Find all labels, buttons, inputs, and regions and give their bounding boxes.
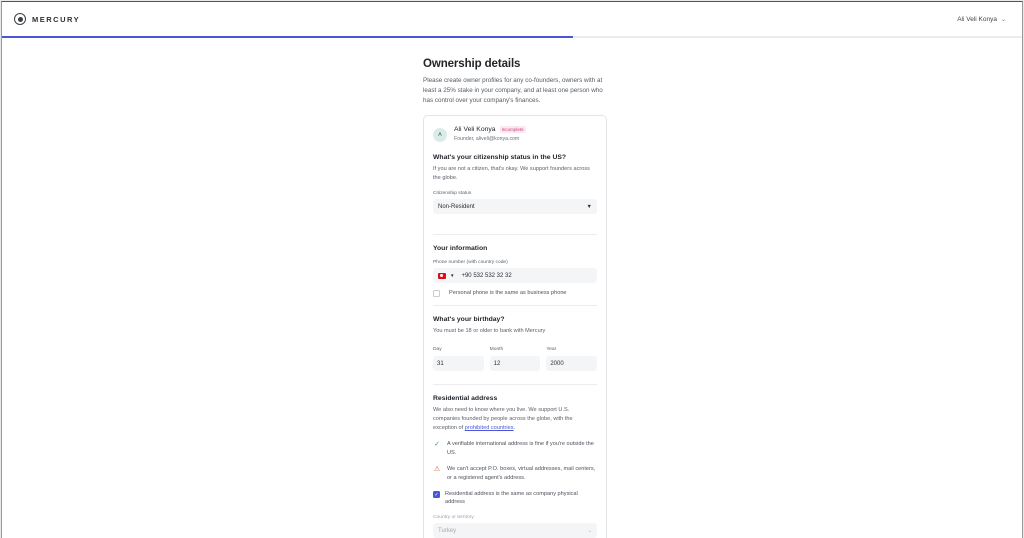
same-address-row[interactable]: ✓ Residential address is the same as com… bbox=[433, 490, 597, 506]
citizenship-description: If you are not a citizen, that's okay. W… bbox=[433, 166, 590, 181]
progress-bar bbox=[2, 36, 1022, 38]
birthday-section: What's your birthday? You must be 18 or … bbox=[433, 316, 598, 371]
owner-header: A Ali Veli Konya Incomplete Founder, ali… bbox=[433, 126, 597, 142]
divider bbox=[433, 384, 597, 385]
note-warn-text: We can't accept P.O. boxes, virtual addr… bbox=[447, 466, 596, 481]
checkmark-icon: ✓ bbox=[434, 441, 440, 448]
birthday-fields: Day 31 Month 12 Year 2000 bbox=[433, 347, 598, 371]
warning-icon: ⚠ bbox=[433, 466, 441, 473]
app-window: MERCURY Ali Veli Konya ⌄ Ownership detai… bbox=[1, 1, 1023, 538]
residential-address-section: Residential address We also need to know… bbox=[433, 395, 597, 538]
owner-card: A Ali Veli Konya Incomplete Founder, ali… bbox=[423, 115, 607, 538]
progress-fill bbox=[2, 36, 574, 38]
your-information-section: Your information Phone number (with coun… bbox=[433, 245, 597, 297]
caret-down-icon: ▼ bbox=[586, 203, 592, 210]
phone-label: Phone number (with country code) bbox=[433, 260, 508, 265]
user-menu[interactable]: Ali Veli Konya ⌄ bbox=[957, 16, 1006, 23]
address-description-suffix: . bbox=[513, 425, 516, 431]
day-input[interactable]: 31 bbox=[433, 356, 484, 371]
same-address-checkbox[interactable]: ✓ bbox=[433, 490, 440, 498]
caret-down-icon[interactable]: ▼ bbox=[450, 273, 454, 278]
your-information-title: Your information bbox=[433, 245, 488, 252]
user-name: Ali Veli Konya bbox=[957, 15, 997, 23]
month-label: Month bbox=[489, 347, 504, 352]
country-select[interactable]: Turkey ⌄ bbox=[433, 523, 597, 538]
day-label: Day bbox=[433, 347, 442, 352]
brand[interactable]: MERCURY bbox=[14, 13, 80, 25]
prohibited-countries-link[interactable]: prohibited countries bbox=[465, 425, 514, 431]
citizenship-section: What's your citizenship status in the US… bbox=[433, 154, 597, 214]
birthday-title: What's your birthday? bbox=[433, 316, 505, 323]
citizenship-status-select[interactable]: Non-Resident ▼ bbox=[433, 199, 597, 214]
avatar: A bbox=[433, 128, 447, 142]
chevron-down-icon: ⌄ bbox=[587, 527, 592, 534]
owner-name: Ali Veli Konya bbox=[454, 126, 496, 133]
note-ok: ✓ A verifiable international address is … bbox=[433, 440, 597, 458]
month-column: Month 12 bbox=[489, 347, 541, 371]
country-value: Turkey bbox=[438, 527, 457, 534]
phone-input[interactable]: ▼ +90 532 532 32 32 bbox=[433, 268, 597, 283]
status-badge: Incomplete bbox=[499, 126, 526, 133]
page-title: Ownership details bbox=[423, 58, 521, 70]
citizenship-status-value: Non-Resident bbox=[438, 203, 475, 210]
top-bar: MERCURY Ali Veli Konya ⌄ bbox=[2, 2, 1022, 36]
same-phone-row[interactable]: Personal phone is the same as business p… bbox=[433, 289, 597, 297]
divider bbox=[433, 234, 597, 235]
citizenship-status-label: Citizenship status bbox=[433, 191, 472, 196]
owner-subtitle: Founder, aliveli@konya.com bbox=[454, 136, 520, 142]
page-description: Please create owner profiles for any co-… bbox=[423, 77, 603, 104]
phone-value: +90 532 532 32 32 bbox=[461, 272, 512, 279]
same-address-label: Residential address is the same as compa… bbox=[445, 491, 578, 505]
chevron-down-icon: ⌄ bbox=[1000, 16, 1006, 23]
month-input[interactable]: 12 bbox=[489, 356, 541, 371]
note-ok-text: A verifiable international address is fi… bbox=[447, 441, 594, 456]
same-phone-label: Personal phone is the same as business p… bbox=[449, 290, 567, 296]
same-phone-checkbox[interactable] bbox=[433, 289, 440, 297]
birthday-description: You must be 18 or older to bank with Mer… bbox=[433, 328, 546, 334]
mercury-logo-icon bbox=[14, 13, 26, 25]
year-label: Year bbox=[546, 347, 557, 352]
year-column: Year 2000 bbox=[546, 347, 598, 371]
country-label: Country or territory bbox=[433, 515, 474, 520]
owner-name-row: Ali Veli Konya Incomplete bbox=[454, 126, 526, 133]
citizenship-title: What's your citizenship status in the US… bbox=[433, 154, 567, 161]
main-content: Ownership details Please create owner pr… bbox=[423, 58, 607, 538]
year-input[interactable]: 2000 bbox=[546, 356, 598, 371]
brand-name: MERCURY bbox=[32, 14, 81, 24]
residential-address-title: Residential address bbox=[433, 395, 498, 402]
turkey-flag-icon[interactable] bbox=[438, 272, 446, 279]
divider bbox=[433, 305, 597, 306]
note-warn: ⚠ We can't accept P.O. boxes, virtual ad… bbox=[433, 465, 597, 483]
residential-address-description: We also need to know where you live. We … bbox=[433, 406, 597, 433]
day-column: Day 31 bbox=[433, 347, 484, 371]
